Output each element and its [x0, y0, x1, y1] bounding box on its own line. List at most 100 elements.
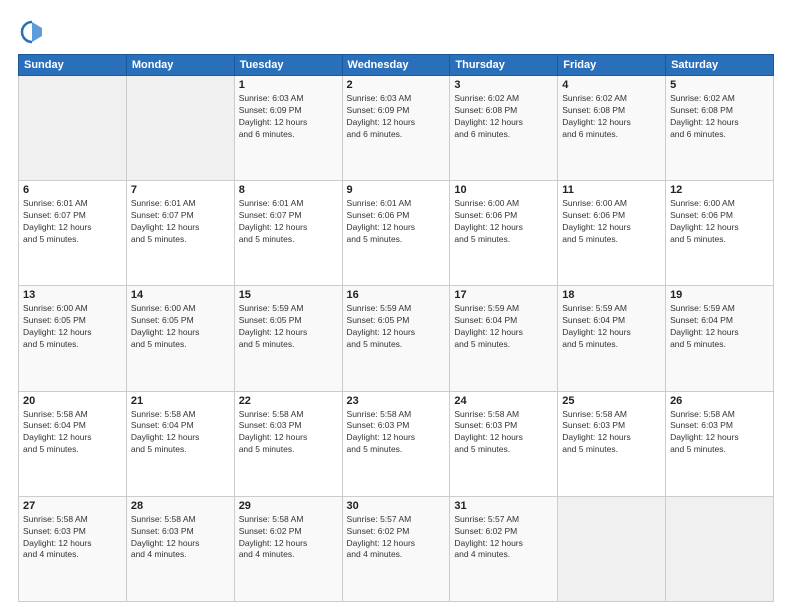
day-info: Sunrise: 6:01 AM Sunset: 6:06 PM Dayligh…	[347, 198, 446, 246]
calendar-cell: 26Sunrise: 5:58 AM Sunset: 6:03 PM Dayli…	[666, 391, 774, 496]
calendar-cell	[19, 76, 127, 181]
page: SundayMondayTuesdayWednesdayThursdayFrid…	[0, 0, 792, 612]
day-info: Sunrise: 6:00 AM Sunset: 6:06 PM Dayligh…	[670, 198, 769, 246]
day-number: 2	[347, 79, 446, 91]
calendar-cell	[558, 496, 666, 601]
day-number: 29	[239, 500, 338, 512]
calendar-cell: 25 Sunrise: 5:58 AM Sunset: 6:03 PM Dayli…	[558, 391, 666, 496]
day-info: Sunrise: 5:58 AM Sunset: 6:03 PM Dayligh…	[562, 409, 661, 457]
calendar-cell: 22Sunrise: 5:58 AM Sunset: 6:03 PM Dayli…	[234, 391, 342, 496]
calendar-cell: 27Sunrise: 5:58 AM Sunset: 6:03 PM Dayli…	[19, 496, 127, 601]
calendar-cell	[666, 496, 774, 601]
day-number: 1	[239, 79, 338, 91]
calendar-cell: 17 Sunrise: 5:59 AM Sunset: 6:04 PM Dayli…	[450, 286, 558, 391]
day-number: 16	[347, 289, 446, 301]
calendar-cell: 20 Sunrise: 5:58 AM Sunset: 6:04 PM Dayli…	[19, 391, 127, 496]
week-row-0: 1 Sunrise: 6:03 AM Sunset: 6:09 PM Daylig…	[19, 76, 774, 181]
logo-icon	[18, 18, 46, 46]
calendar-cell: 16 Sunrise: 5:59 AM Sunset: 6:05 PM Dayli…	[342, 286, 450, 391]
calendar-cell: 23 Sunrise: 5:58 AM Sunset: 6:03 PM Dayli…	[342, 391, 450, 496]
day-number: 20	[23, 395, 122, 407]
day-number: 9	[347, 184, 446, 196]
day-info: Sunrise: 6:02 AM Sunset: 6:08 PM Dayligh…	[454, 93, 553, 141]
day-info: Sunrise: 5:59 AM Sunset: 6:04 PM Dayligh…	[454, 303, 553, 351]
calendar-cell: 1 Sunrise: 6:03 AM Sunset: 6:09 PM Daylig…	[234, 76, 342, 181]
day-info: Sunrise: 5:59 AM Sunset: 6:04 PM Dayligh…	[670, 303, 769, 351]
day-info: Sunrise: 5:58 AM Sunset: 6:03 PM Dayligh…	[454, 409, 553, 457]
calendar-cell: 13 Sunrise: 6:00 AM Sunset: 6:05 PM Dayli…	[19, 286, 127, 391]
day-number: 6	[23, 184, 122, 196]
calendar-cell: 3 Sunrise: 6:02 AM Sunset: 6:08 PM Daylig…	[450, 76, 558, 181]
day-number: 25	[562, 395, 661, 407]
day-number: 17	[454, 289, 553, 301]
day-number: 22	[239, 395, 338, 407]
day-info: Sunrise: 5:58 AM Sunset: 6:03 PM Dayligh…	[131, 514, 230, 562]
day-info: Sunrise: 6:01 AM Sunset: 6:07 PM Dayligh…	[239, 198, 338, 246]
day-info: Sunrise: 6:00 AM Sunset: 6:05 PM Dayligh…	[23, 303, 122, 351]
day-info: Sunrise: 5:58 AM Sunset: 6:02 PM Dayligh…	[239, 514, 338, 562]
calendar-cell: 31Sunrise: 5:57 AM Sunset: 6:02 PM Dayli…	[450, 496, 558, 601]
week-row-3: 20 Sunrise: 5:58 AM Sunset: 6:04 PM Dayli…	[19, 391, 774, 496]
calendar-cell: 19Sunrise: 5:59 AM Sunset: 6:04 PM Dayli…	[666, 286, 774, 391]
week-row-1: 6 Sunrise: 6:01 AM Sunset: 6:07 PM Daylig…	[19, 181, 774, 286]
day-info: Sunrise: 6:02 AM Sunset: 6:08 PM Dayligh…	[670, 93, 769, 141]
calendar-cell: 30 Sunrise: 5:57 AM Sunset: 6:02 PM Dayli…	[342, 496, 450, 601]
day-number: 23	[347, 395, 446, 407]
calendar-cell: 8 Sunrise: 6:01 AM Sunset: 6:07 PM Daylig…	[234, 181, 342, 286]
day-number: 27	[23, 500, 122, 512]
weekday-header-tuesday: Tuesday	[234, 55, 342, 76]
day-number: 3	[454, 79, 553, 91]
day-info: Sunrise: 5:58 AM Sunset: 6:03 PM Dayligh…	[670, 409, 769, 457]
calendar-cell: 12 Sunrise: 6:00 AM Sunset: 6:06 PM Dayli…	[666, 181, 774, 286]
day-number: 24	[454, 395, 553, 407]
day-number: 5	[670, 79, 769, 91]
day-number: 30	[347, 500, 446, 512]
day-info: Sunrise: 6:03 AM Sunset: 6:09 PM Dayligh…	[347, 93, 446, 141]
weekday-header-friday: Friday	[558, 55, 666, 76]
day-number: 15	[239, 289, 338, 301]
day-number: 4	[562, 79, 661, 91]
day-info: Sunrise: 6:00 AM Sunset: 6:06 PM Dayligh…	[454, 198, 553, 246]
day-info: Sunrise: 5:59 AM Sunset: 6:04 PM Dayligh…	[562, 303, 661, 351]
calendar-cell: 28 Sunrise: 5:58 AM Sunset: 6:03 PM Dayli…	[126, 496, 234, 601]
header	[18, 18, 774, 46]
day-info: Sunrise: 6:03 AM Sunset: 6:09 PM Dayligh…	[239, 93, 338, 141]
day-number: 13	[23, 289, 122, 301]
day-info: Sunrise: 6:00 AM Sunset: 6:05 PM Dayligh…	[131, 303, 230, 351]
calendar-cell: 2 Sunrise: 6:03 AM Sunset: 6:09 PM Daylig…	[342, 76, 450, 181]
calendar-cell: 21 Sunrise: 5:58 AM Sunset: 6:04 PM Dayli…	[126, 391, 234, 496]
day-number: 31	[454, 500, 553, 512]
calendar-cell: 6 Sunrise: 6:01 AM Sunset: 6:07 PM Daylig…	[19, 181, 127, 286]
day-info: Sunrise: 5:59 AM Sunset: 6:05 PM Dayligh…	[239, 303, 338, 351]
calendar-cell: 4 Sunrise: 6:02 AM Sunset: 6:08 PM Daylig…	[558, 76, 666, 181]
day-number: 18	[562, 289, 661, 301]
day-info: Sunrise: 6:01 AM Sunset: 6:07 PM Dayligh…	[131, 198, 230, 246]
weekday-header-saturday: Saturday	[666, 55, 774, 76]
calendar-cell: 10 Sunrise: 6:00 AM Sunset: 6:06 PM Dayli…	[450, 181, 558, 286]
day-info: Sunrise: 5:59 AM Sunset: 6:05 PM Dayligh…	[347, 303, 446, 351]
calendar-cell: 24 Sunrise: 5:58 AM Sunset: 6:03 PM Dayli…	[450, 391, 558, 496]
day-info: Sunrise: 6:01 AM Sunset: 6:07 PM Dayligh…	[23, 198, 122, 246]
day-info: Sunrise: 5:58 AM Sunset: 6:04 PM Dayligh…	[131, 409, 230, 457]
day-number: 21	[131, 395, 230, 407]
day-number: 11	[562, 184, 661, 196]
calendar-cell: 9 Sunrise: 6:01 AM Sunset: 6:06 PM Daylig…	[342, 181, 450, 286]
day-info: Sunrise: 6:02 AM Sunset: 6:08 PM Dayligh…	[562, 93, 661, 141]
calendar-cell: 14Sunrise: 6:00 AM Sunset: 6:05 PM Dayli…	[126, 286, 234, 391]
calendar-cell: 29 Sunrise: 5:58 AM Sunset: 6:02 PM Dayli…	[234, 496, 342, 601]
day-info: Sunrise: 5:57 AM Sunset: 6:02 PM Dayligh…	[347, 514, 446, 562]
day-info: Sunrise: 5:58 AM Sunset: 6:03 PM Dayligh…	[347, 409, 446, 457]
calendar-cell: 15 Sunrise: 5:59 AM Sunset: 6:05 PM Dayli…	[234, 286, 342, 391]
weekday-header-sunday: Sunday	[19, 55, 127, 76]
header-row: SundayMondayTuesdayWednesdayThursdayFrid…	[19, 55, 774, 76]
calendar-table: SundayMondayTuesdayWednesdayThursdayFrid…	[18, 54, 774, 602]
calendar-cell: 18 Sunrise: 5:59 AM Sunset: 6:04 PM Dayli…	[558, 286, 666, 391]
calendar-cell	[126, 76, 234, 181]
day-number: 8	[239, 184, 338, 196]
day-info: Sunrise: 5:58 AM Sunset: 6:04 PM Dayligh…	[23, 409, 122, 457]
weekday-header-monday: Monday	[126, 55, 234, 76]
day-number: 12	[670, 184, 769, 196]
day-number: 28	[131, 500, 230, 512]
day-number: 10	[454, 184, 553, 196]
logo	[18, 18, 50, 46]
